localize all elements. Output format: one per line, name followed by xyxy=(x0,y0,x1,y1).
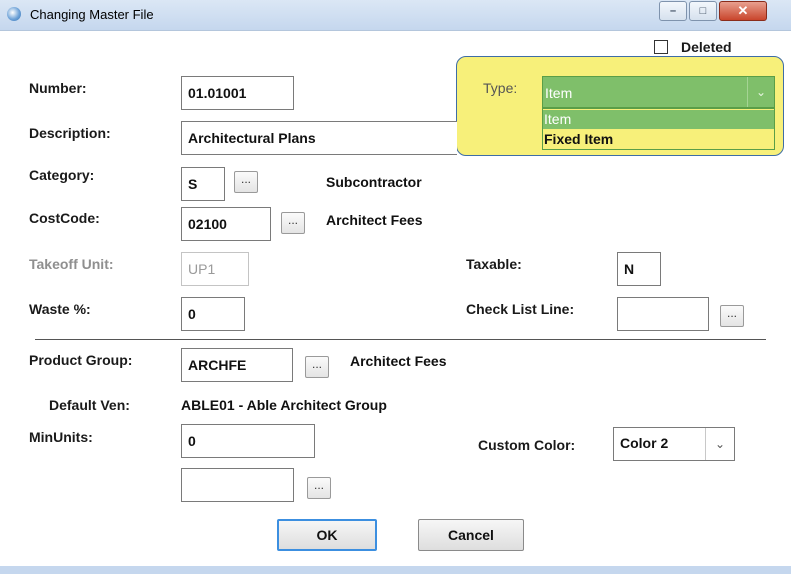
check-list-line-field[interactable] xyxy=(617,297,709,331)
product-group-lookup-button[interactable]: ... xyxy=(305,356,329,378)
chevron-down-icon[interactable]: ⌄ xyxy=(747,77,774,107)
custom-color-label: Custom Color: xyxy=(478,437,576,453)
chevron-down-icon[interactable]: ⌄ xyxy=(705,428,734,460)
category-name: Subcontractor xyxy=(326,174,422,190)
number-field[interactable]: 01.01001 xyxy=(181,76,294,110)
type-select[interactable]: Item ⌄ xyxy=(542,76,775,108)
category-label: Category: xyxy=(29,167,95,183)
costcode-name: Architect Fees xyxy=(326,212,423,228)
takeoff-unit-field: UP1 xyxy=(181,252,249,286)
description-label: Description: xyxy=(29,125,111,141)
waste-field[interactable]: 0 xyxy=(181,297,245,331)
type-label: Type: xyxy=(483,80,518,96)
custom-color-select[interactable]: Color 2 ⌄ xyxy=(613,427,735,461)
costcode-field[interactable]: 02100 xyxy=(181,207,271,241)
custom-color-value: Color 2 xyxy=(620,435,669,451)
window-title: Changing Master File xyxy=(30,7,154,22)
min-units-field[interactable]: 0 xyxy=(181,424,315,458)
product-group-label: Product Group: xyxy=(29,352,133,368)
type-option-item[interactable]: Item xyxy=(543,110,774,129)
type-select-value: Item xyxy=(545,85,573,101)
costcode-label: CostCode: xyxy=(29,210,100,226)
deleted-label: Deleted xyxy=(681,39,732,55)
app-icon xyxy=(7,7,21,21)
maximize-icon: □ xyxy=(699,5,707,17)
costcode-lookup-button[interactable]: ... xyxy=(281,212,305,234)
minimize-button[interactable]: – xyxy=(659,1,687,21)
maximize-button[interactable]: □ xyxy=(689,1,717,21)
product-group-name: Architect Fees xyxy=(350,353,447,369)
default-vendor-value: ABLE01 - Able Architect Group xyxy=(181,397,387,413)
waste-label: Waste %: xyxy=(29,301,91,317)
default-vendor-label: Default Ven: xyxy=(49,397,130,413)
category-lookup-button[interactable]: ... xyxy=(234,171,258,193)
close-icon: ✕ xyxy=(737,3,749,18)
taxable-field[interactable]: N xyxy=(617,252,661,286)
deleted-checkbox[interactable] xyxy=(654,40,668,54)
taxable-label: Taxable: xyxy=(466,256,522,272)
window-bottom-edge xyxy=(0,566,791,574)
number-label: Number: xyxy=(29,80,87,96)
type-option-fixed-item[interactable]: Fixed Item xyxy=(543,130,774,149)
extra-lookup-button[interactable]: ... xyxy=(307,477,331,499)
minimize-icon: – xyxy=(669,5,677,17)
ok-button[interactable]: OK xyxy=(277,519,377,551)
cancel-button[interactable]: Cancel xyxy=(418,519,524,551)
takeoff-unit-label: Takeoff Unit: xyxy=(29,256,114,272)
min-units-label: MinUnits: xyxy=(29,429,93,445)
close-button[interactable]: ✕ xyxy=(719,1,767,21)
category-field[interactable]: S xyxy=(181,167,225,201)
check-list-line-lookup-button[interactable]: ... xyxy=(720,305,744,327)
description-field[interactable]: Architectural Plans xyxy=(181,121,457,155)
type-dropdown-list: Item Fixed Item xyxy=(542,108,775,150)
product-group-field[interactable]: ARCHFE xyxy=(181,348,293,382)
extra-field[interactable] xyxy=(181,468,294,502)
title-bar: Changing Master File – □ ✕ xyxy=(0,0,791,31)
check-list-line-label: Check List Line: xyxy=(466,301,575,317)
section-divider xyxy=(35,339,766,340)
